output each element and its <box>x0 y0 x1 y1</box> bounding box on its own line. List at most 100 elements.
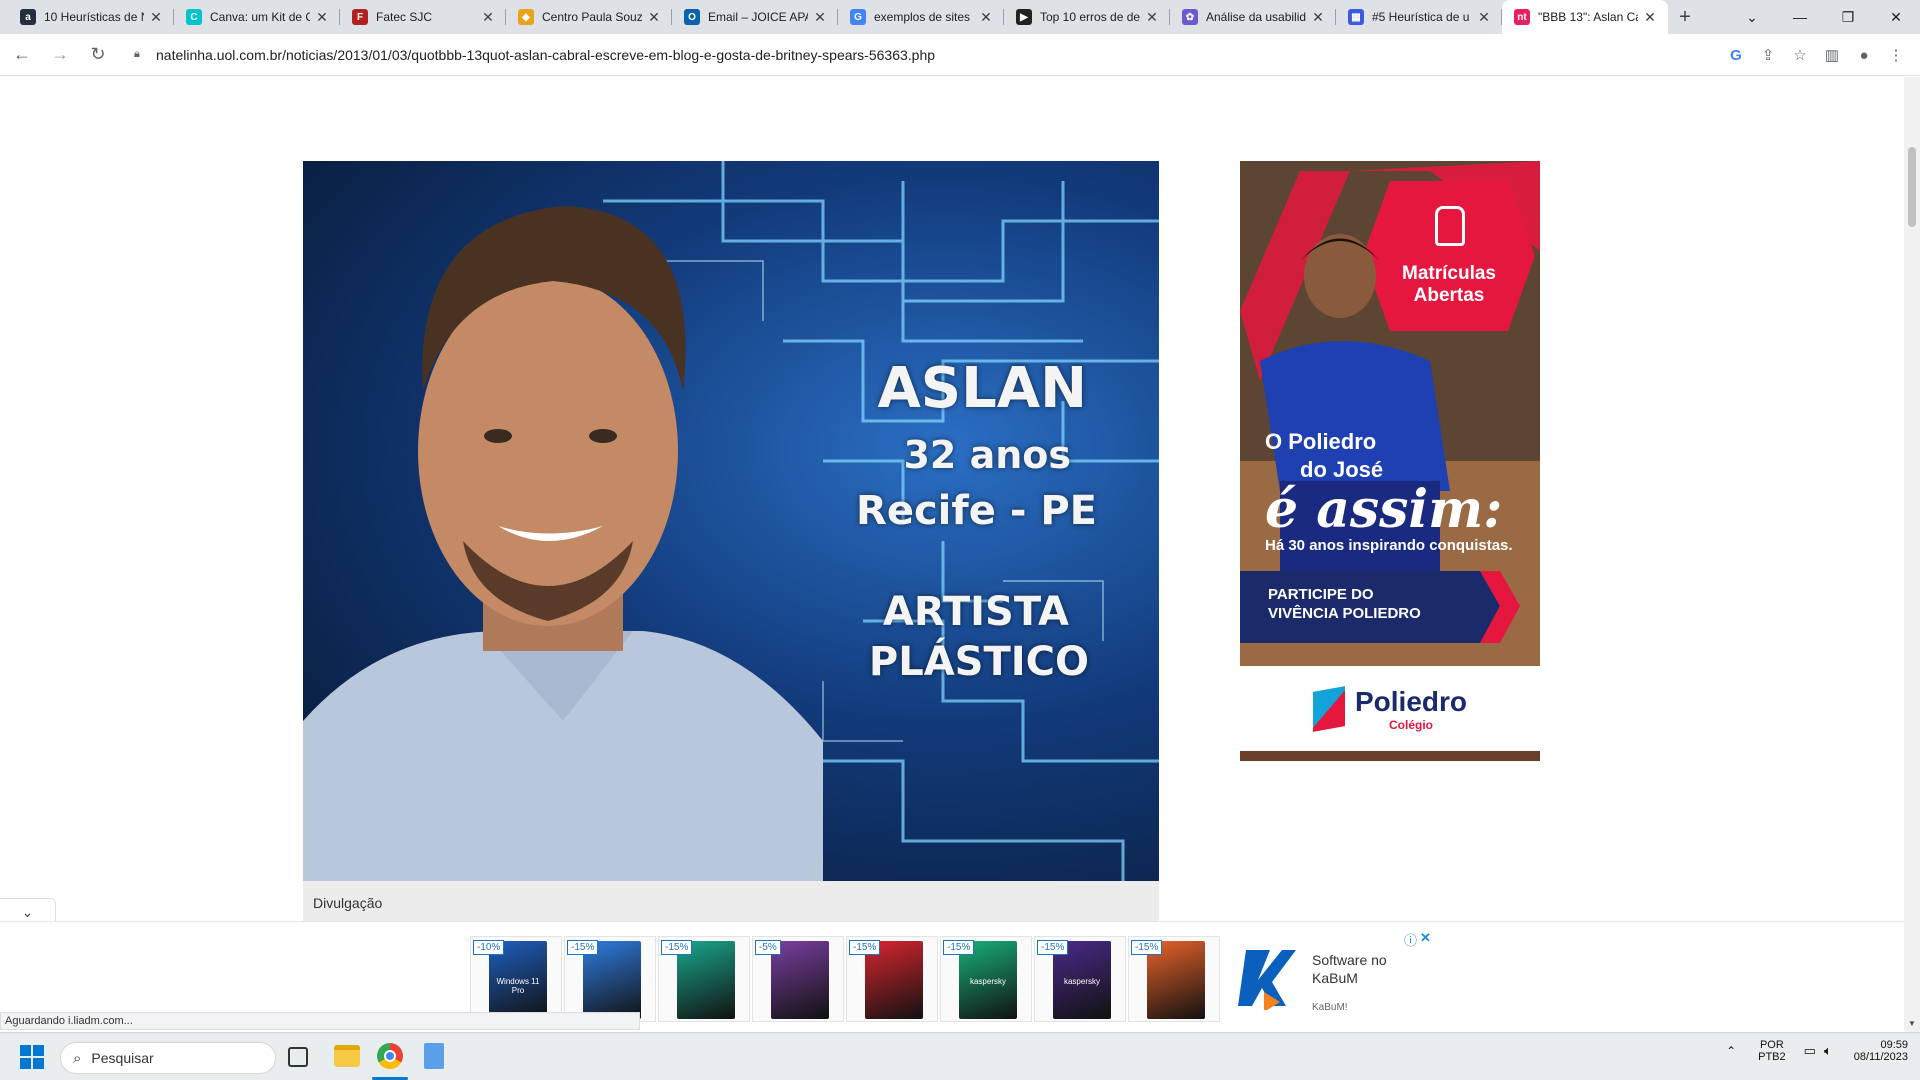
tab-close-icon[interactable]: ✕ <box>148 9 164 26</box>
browser-tab[interactable]: ▶ Top 10 erros de de ✕ <box>1004 0 1170 34</box>
product-label: kaspersky <box>1063 977 1100 986</box>
browser-tab[interactable]: ▦ #5 Heurística de u ✕ <box>1336 0 1502 34</box>
tab-title: Fatec SJC <box>376 10 433 24</box>
tab-list: a 10 Heurísticas de N ✕ C Canva: um Kit de C… <box>8 0 1668 34</box>
url-text: natelinha.uol.com.br/noticias/2013/01/03… <box>156 46 936 63</box>
side-panel-icon[interactable]: ▥ <box>1816 39 1848 71</box>
language-code: POR <box>1759 1039 1784 1051</box>
status-bubble: Aguardando i.liadm.com... <box>0 1012 640 1030</box>
ad-product-tile[interactable]: -15% <box>658 936 750 1022</box>
keyboard-layout: PTB2 <box>1758 1051 1786 1063</box>
page-scrollbar[interactable]: ▼ <box>1904 77 1920 1032</box>
ad-close-icon[interactable]: ✕ <box>1420 930 1431 946</box>
reload-button[interactable]: ↻ <box>82 39 114 71</box>
tab-close-icon[interactable]: ✕ <box>1642 9 1658 26</box>
tab-favicon-icon: nt <box>1514 9 1530 25</box>
discount-badge: -15% <box>1037 940 1069 955</box>
clock[interactable]: 09:59 08/11/2023 <box>1854 1039 1908 1063</box>
tab-search-chevron-icon[interactable]: ⌄ <box>1728 0 1776 34</box>
ad-badge-line1: Matrículas <box>1402 263 1496 284</box>
hero-city: Recife - PE <box>856 488 1097 534</box>
tray-overflow-chevron-icon[interactable]: ⌃ <box>1726 1044 1736 1058</box>
tab-close-icon[interactable]: ✕ <box>812 9 828 26</box>
ad-product-tile[interactable]: -10% Windows 11 Pro <box>470 936 562 1022</box>
minimize-button[interactable]: — <box>1776 0 1824 34</box>
notepad-icon[interactable] <box>424 1043 444 1069</box>
taskbar-search-placeholder: Pesquisar <box>91 1050 154 1066</box>
clock-time: 09:59 <box>1880 1039 1908 1051</box>
browser-tab[interactable]: F Fatec SJC ✕ <box>340 0 506 34</box>
ad-cta-line1[interactable]: PARTICIPE DO <box>1268 586 1374 603</box>
tab-close-icon[interactable]: ✕ <box>1476 9 1492 26</box>
browser-tab[interactable]: ◆ Centro Paula Souza ✕ <box>506 0 672 34</box>
profile-avatar[interactable]: ● <box>1848 39 1880 71</box>
tab-title: 10 Heurísticas de N <box>44 10 144 24</box>
scroll-down-arrow-icon[interactable]: ▼ <box>1908 1019 1916 1028</box>
taskbar-search-box[interactable]: ⌕ Pesquisar <box>60 1042 276 1074</box>
ad-product-tile[interactable]: -15% <box>564 936 656 1022</box>
clock-date: 08/11/2023 <box>1853 1051 1908 1063</box>
ad-brand-name: Poliedro <box>1354 685 1467 717</box>
network-icon[interactable]: ▭ <box>1804 1043 1816 1059</box>
discount-badge: -15% <box>1131 940 1163 955</box>
browser-tab[interactable]: O Email – JOICE APAR ✕ <box>672 0 838 34</box>
tab-close-icon[interactable]: ✕ <box>646 9 662 26</box>
tab-close-icon[interactable]: ✕ <box>314 9 330 26</box>
window-controls: ⌄ — ❐ ✕ <box>1728 0 1920 34</box>
tab-close-icon[interactable]: ✕ <box>978 9 994 26</box>
language-indicator[interactable]: POR PTB2 <box>1758 1039 1786 1063</box>
page-content: ASLAN 32 anos Recife - PE ARTISTA PLÁSTI… <box>0 77 1904 1012</box>
kabum-logo-icon <box>1234 940 1304 1012</box>
tab-close-icon[interactable]: ✕ <box>480 9 496 26</box>
ad-headline1: O Poliedro <box>1265 429 1377 454</box>
ad-product-tile[interactable]: -15% kaspersky <box>940 936 1032 1022</box>
volume-icon[interactable]: 🔈︎ <box>1824 1043 1832 1059</box>
windows-start-icon[interactable] <box>20 1045 44 1069</box>
tab-title: "BBB 13": Aslan Ca <box>1538 10 1638 24</box>
tab-title: Análise da usabilid <box>1206 10 1306 24</box>
scrollbar-thumb[interactable] <box>1908 147 1916 227</box>
menu-kebab-icon[interactable]: ⋮ <box>1880 39 1912 71</box>
google-lens-icon[interactable]: G <box>1720 39 1752 71</box>
browser-tab[interactable]: nt "BBB 13": Aslan Ca ✕ <box>1502 0 1668 34</box>
browser-tab[interactable]: a 10 Heurísticas de N ✕ <box>8 0 174 34</box>
bottom-ad-banner[interactable]: -10% Windows 11 Pro -15% -15% -5% -15% -15% kas… <box>0 921 1904 1026</box>
discount-badge: -15% <box>567 940 599 955</box>
task-view-icon[interactable] <box>288 1047 308 1067</box>
advertiser-line2: KaBuM <box>1312 970 1358 986</box>
file-explorer-icon[interactable] <box>334 1045 360 1067</box>
share-icon[interactable]: ⇪ <box>1752 39 1784 71</box>
ad-brand-sub: Colégio <box>1388 717 1433 732</box>
tab-title: Centro Paula Souza <box>542 10 642 24</box>
tab-favicon-icon: ▦ <box>1348 9 1364 25</box>
side-advertisement[interactable]: Matrículas Abertas O Poliedro do José é … <box>1240 161 1540 761</box>
forward-button[interactable]: → <box>44 39 76 71</box>
ad-product-tile[interactable]: -15% <box>846 936 938 1022</box>
person-photo <box>303 206 823 881</box>
tab-favicon-icon: F <box>352 9 368 25</box>
close-window-button[interactable]: ✕ <box>1872 0 1920 34</box>
product-label: Windows 11 Pro <box>496 977 540 995</box>
ad-product-tile[interactable]: -15% <box>1128 936 1220 1022</box>
browser-tab[interactable]: ✿ Análise da usabilid ✕ <box>1170 0 1336 34</box>
taskbar: ⌕ Pesquisar ⌃ POR PTB2 ▭ 🔈︎ 09:59 08/11/… <box>0 1032 1920 1080</box>
ad-info-icon[interactable]: ⓘ <box>1404 930 1417 949</box>
address-bar[interactable]: 🔒︎ natelinha.uol.com.br/noticias/2013/01… <box>122 39 1882 71</box>
advertiser-small: KaBuM! <box>1312 1002 1348 1013</box>
tab-favicon-icon: a <box>20 9 36 25</box>
chevron-down-icon: ⌄ <box>21 903 34 920</box>
browser-tab[interactable]: C Canva: um Kit de C ✕ <box>174 0 340 34</box>
ad-cta-line2[interactable]: VIVÊNCIA POLIEDRO <box>1268 605 1421 622</box>
restore-button[interactable]: ❐ <box>1824 0 1872 34</box>
bookmark-star-icon[interactable]: ☆ <box>1784 39 1816 71</box>
product-label: kaspersky <box>969 977 1006 986</box>
ad-product-tile[interactable]: -5% <box>752 936 844 1022</box>
new-tab-button[interactable]: + <box>1668 0 1702 34</box>
ad-product-tile[interactable]: -15% kaspersky <box>1034 936 1126 1022</box>
tab-close-icon[interactable]: ✕ <box>1310 9 1326 26</box>
browser-tab[interactable]: Gexemplos de sites ✕ <box>838 0 1004 34</box>
tab-close-icon[interactable]: ✕ <box>1144 9 1160 26</box>
poliedro-logo-icon <box>1312 685 1345 732</box>
chrome-icon[interactable] <box>377 1043 403 1069</box>
back-button[interactable]: ← <box>6 39 38 71</box>
